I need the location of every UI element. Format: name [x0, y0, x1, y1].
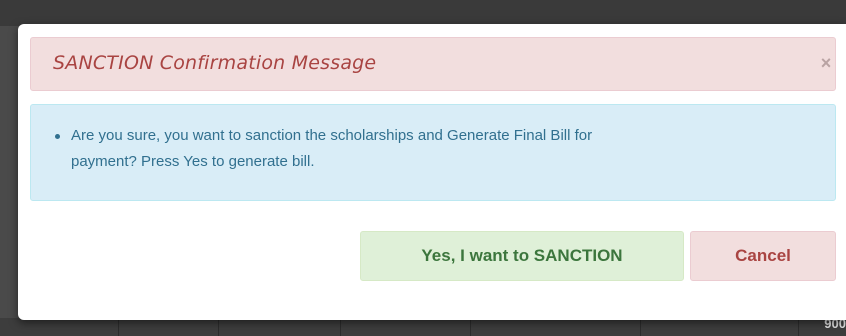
message-list: Are you sure, you want to sanction the s… — [55, 123, 791, 175]
background-table-cell-divider — [340, 318, 341, 336]
message-text-line-2: payment? Press Yes to generate bill. — [71, 153, 315, 170]
background-table-cell-divider — [470, 318, 471, 336]
modal-header: SANCTION Confirmation Message × — [30, 37, 836, 91]
background-table-row — [0, 318, 846, 336]
cancel-label: Cancel — [735, 246, 791, 265]
background-table-cell-divider — [798, 318, 799, 336]
close-icon[interactable]: × — [819, 54, 833, 72]
confirm-sanction-button[interactable]: Yes, I want to SANCTION — [360, 231, 684, 281]
list-item: Are you sure, you want to sanction the s… — [55, 123, 791, 175]
modal-title: SANCTION Confirmation Message — [53, 52, 377, 74]
background-page-header — [0, 0, 846, 26]
modal-body-info-alert: Are you sure, you want to sanction the s… — [30, 104, 836, 201]
modal-footer: Yes, I want to SANCTION Cancel — [18, 214, 846, 320]
sanction-confirmation-dialog: SANCTION Confirmation Message × Are you … — [18, 24, 846, 320]
cancel-button[interactable]: Cancel — [690, 231, 836, 281]
message-text-line-1: Are you sure, you want to sanction the s… — [71, 127, 593, 144]
background-table-cell-divider — [218, 318, 219, 336]
confirm-sanction-label: Yes, I want to SANCTION — [421, 246, 623, 265]
background-table-cell-divider — [118, 318, 119, 336]
bullet-icon — [55, 134, 60, 139]
background-table-cell-divider — [640, 318, 641, 336]
